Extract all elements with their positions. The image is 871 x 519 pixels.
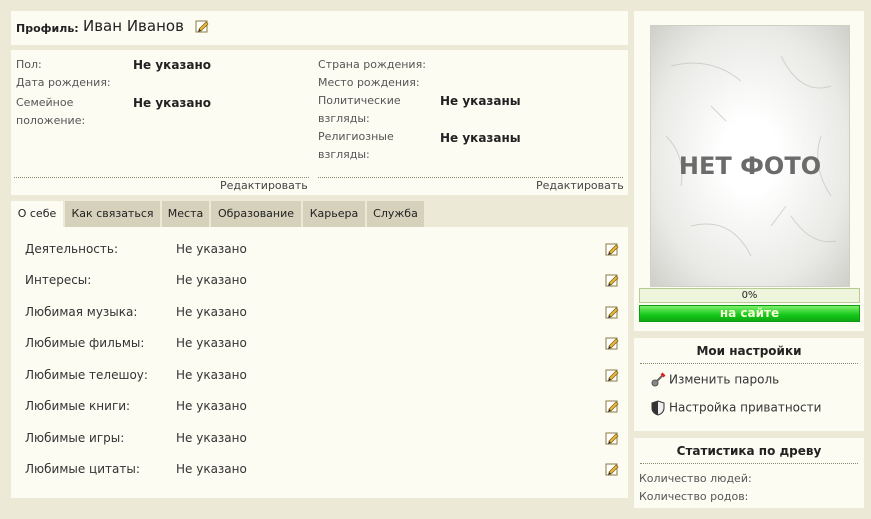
photo-panel: НЕТ ФОТО 0% на сайте (634, 11, 864, 331)
profile-tabs: О себе Как связаться Места Образование К… (11, 201, 628, 227)
privacy-settings-link[interactable]: Настройка приватности (650, 400, 821, 416)
list-item: Любимые телешоу: Не указано (25, 365, 621, 385)
basic-info-panel: Пол: Не указано Дата рождения: Семейное … (11, 50, 628, 195)
religious-views-label: Религиозные взгляды: (318, 130, 394, 161)
edit-left-link[interactable]: Редактировать (220, 179, 308, 192)
list-item: Деятельность: Не указано (25, 239, 621, 259)
families-count-label: Количество родов: (639, 490, 749, 503)
profile-name: Иван Иванов (83, 17, 184, 35)
quotes-value: Не указано (176, 462, 247, 476)
marital-status-label: Семейное положение: (16, 96, 86, 127)
activity-value: Не указано (176, 242, 247, 256)
interests-label: Интересы: (25, 273, 92, 287)
list-item: Любимая музыка: Не указано (25, 302, 621, 322)
edit-pencil-icon[interactable] (605, 462, 619, 476)
political-views-value: Не указаны (440, 94, 521, 108)
divider (318, 177, 623, 178)
birth-country-label: Страна рождения: (318, 58, 426, 71)
music-label: Любимая музыка: (25, 305, 138, 319)
tab-education[interactable]: Образование (211, 201, 301, 227)
interests-value: Не указано (176, 273, 247, 287)
books-value: Не указано (176, 399, 247, 413)
tab-career[interactable]: Карьера (303, 201, 365, 227)
privacy-settings-label: Настройка приватности (669, 400, 822, 415)
edit-pencil-icon[interactable] (605, 399, 619, 413)
games-label: Любимые игры: (25, 431, 125, 445)
books-label: Любимые книги: (25, 399, 131, 413)
tab-places[interactable]: Места (162, 201, 209, 227)
about-panel: Деятельность: Не указано Интересы: Не ук… (11, 227, 628, 498)
edit-pencil-icon[interactable] (605, 242, 619, 256)
birth-place-label: Место рождения: (318, 76, 420, 89)
divider (14, 177, 309, 178)
list-item: Любимые игры: Не указано (25, 428, 621, 448)
change-password-link[interactable]: Изменить пароль (650, 372, 779, 388)
edit-pencil-icon[interactable] (605, 273, 619, 287)
birthdate-label: Дата рождения: (16, 76, 111, 89)
tab-contacts[interactable]: Как связаться (65, 201, 160, 227)
profile-header: Профиль: Иван Иванов (11, 11, 628, 45)
divider (640, 463, 858, 464)
tab-service[interactable]: Служба (367, 201, 424, 227)
edit-pencil-icon[interactable] (605, 305, 619, 319)
activity-label: Деятельность: (25, 242, 118, 256)
movies-label: Любимые фильмы: (25, 336, 145, 350)
tvshows-value: Не указано (176, 368, 247, 382)
religious-views-value: Не указаны (440, 131, 521, 145)
quotes-label: Любимые цитаты: (25, 462, 140, 476)
gender-value: Не указано (133, 58, 212, 72)
music-value: Не указано (176, 305, 247, 319)
tab-about[interactable]: О себе (11, 201, 63, 227)
movies-value: Не указано (176, 336, 247, 350)
key-icon (650, 372, 666, 388)
political-views-label: Политические взгляды: (318, 94, 401, 125)
settings-title: Мои настройки (696, 344, 802, 358)
edit-name-pencil-icon[interactable] (195, 19, 209, 33)
games-value: Не указано (176, 431, 247, 445)
avatar[interactable]: НЕТ ФОТО (650, 25, 850, 287)
people-count-label: Количество людей: (639, 472, 752, 485)
list-item: Любимые книги: Не указано (25, 396, 621, 416)
tree-stats-panel: Статистика по древу Количество людей: Ко… (634, 438, 864, 508)
no-photo-text: НЕТ ФОТО (678, 152, 822, 180)
online-status-badge: на сайте (639, 305, 860, 322)
marital-status-value: Не указано (133, 96, 212, 110)
divider (640, 363, 858, 364)
edit-pencil-icon[interactable] (605, 336, 619, 350)
edit-pencil-icon[interactable] (605, 431, 619, 445)
gender-label: Пол: (16, 58, 42, 71)
stats-title: Статистика по древу (676, 444, 822, 458)
profile-progress: 0% (639, 288, 860, 303)
edit-pencil-icon[interactable] (605, 368, 619, 382)
list-item: Интересы: Не указано (25, 270, 621, 290)
settings-panel: Мои настройки Изменить пароль Настройка … (634, 338, 864, 431)
profile-label: Профиль: (16, 22, 79, 35)
change-password-label: Изменить пароль (669, 372, 780, 387)
shield-icon (650, 400, 666, 416)
tvshows-label: Любимые телешоу: (25, 368, 148, 382)
list-item: Любимые цитаты: Не указано (25, 459, 621, 479)
list-item: Любимые фильмы: Не указано (25, 333, 621, 353)
edit-right-link[interactable]: Редактировать (536, 179, 624, 192)
